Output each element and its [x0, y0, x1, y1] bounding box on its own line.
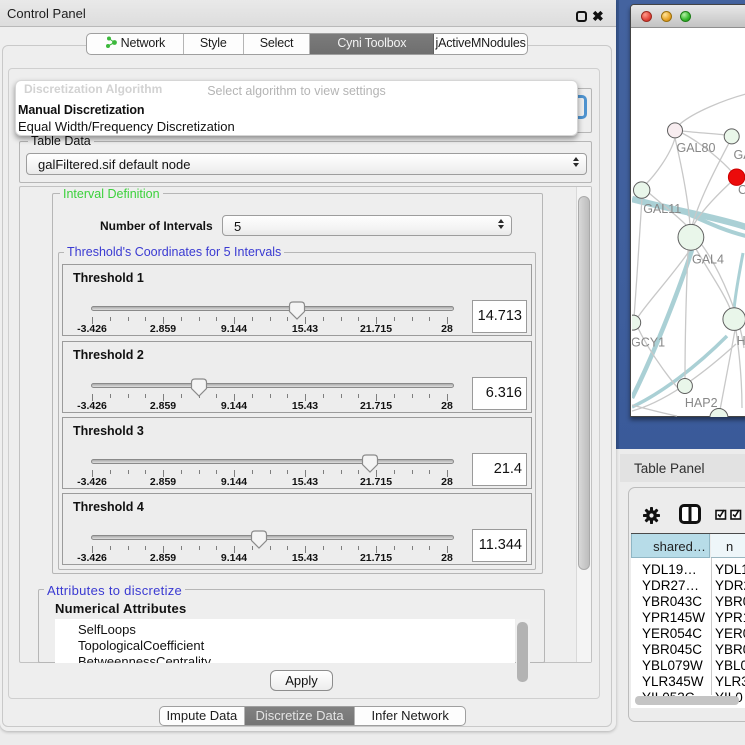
- svg-text:GAL80: GAL80: [677, 141, 716, 155]
- svg-text:GCY1: GCY1: [632, 336, 665, 350]
- svg-text:HAP2: HAP2: [685, 396, 718, 410]
- svg-text:GAL3: GAL3: [734, 148, 745, 162]
- svg-text:GAL11: GAL11: [643, 202, 681, 216]
- svg-text:GAL4: GAL4: [692, 253, 724, 267]
- svg-text:CR: CR: [738, 183, 745, 197]
- svg-text:HA: HA: [737, 334, 745, 348]
